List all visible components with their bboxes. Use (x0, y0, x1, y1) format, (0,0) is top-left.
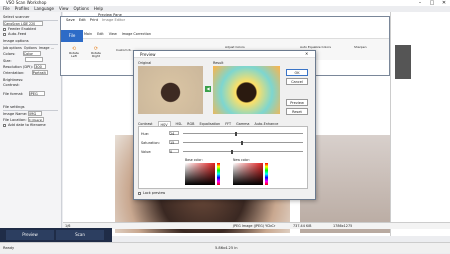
status-text: Ready (3, 246, 15, 250)
preview-scan-button[interactable]: Preview (6, 230, 54, 240)
new-color-picker[interactable] (233, 163, 263, 185)
colors-label: Colors: (3, 52, 16, 56)
file-size: 737.44 KiB (293, 224, 312, 228)
image-format: JPEG Image (JPEG) YCbCr (233, 224, 276, 228)
base-color-label: Base color: (185, 158, 203, 162)
left-panel: Select scanner CanoScan LiDE 220 Feeder … (0, 12, 62, 236)
editor-quick-toolbar: Save Edit Print Image Editor (66, 18, 125, 22)
value-slider[interactable] (183, 149, 303, 154)
tab-auto-enhance[interactable]: Auto-Enhance (255, 121, 279, 126)
result-label: Result (213, 61, 224, 65)
minimize-icon[interactable]: – (414, 0, 426, 6)
image-dimensions: 1786x1275 (333, 224, 353, 228)
tab-image-correction[interactable]: Image Correction (122, 32, 151, 36)
edit-button[interactable]: Edit (79, 18, 86, 22)
tab-gamma[interactable]: Gamma (236, 121, 249, 126)
saturation-slider-handle[interactable] (241, 140, 243, 145)
file-location-label: File Location: (3, 118, 27, 122)
file-tab[interactable]: File (61, 30, 83, 42)
saturation-label: Saturation: (141, 141, 160, 145)
saturation-input[interactable]: 15 (169, 140, 179, 145)
maximize-icon[interactable]: □ (426, 0, 438, 6)
file-format-select[interactable]: JPEG (28, 91, 45, 96)
resolution-label: Resolution (DPI): (3, 65, 33, 69)
reset-button[interactable]: Reset (286, 108, 308, 115)
tab-contrast[interactable]: Contrast (138, 121, 153, 126)
ok-button[interactable]: OK (286, 69, 308, 76)
size-select[interactable] (24, 57, 43, 62)
tab-fft[interactable]: FFT (225, 121, 231, 126)
print-button[interactable]: Print (90, 18, 98, 22)
original-image (138, 66, 203, 114)
editor-ribbon-tabs: Main Edit View Image Correction (84, 32, 151, 36)
cursor-coords: 5.86x4.25 in (215, 246, 238, 250)
hue-slider[interactable] (183, 131, 303, 136)
scan-button[interactable]: Scan (56, 230, 104, 240)
saturation-slider[interactable] (183, 140, 303, 145)
new-color-label: New color: (233, 158, 250, 162)
preview-button[interactable]: Preview (286, 99, 308, 106)
size-label: Size: (3, 59, 12, 63)
tab-job-options[interactable]: Job options (3, 46, 22, 50)
value-label: Value: (141, 150, 152, 154)
options-tabs: Job options Options Image ... (3, 46, 58, 50)
hue-slider-handle[interactable] (235, 131, 237, 136)
image-name-input[interactable]: IMG (28, 111, 43, 116)
cancel-button[interactable]: Cancel (286, 78, 308, 85)
adjust-colors-button[interactable]: Adjust Colors (225, 45, 245, 49)
close-icon[interactable]: ✕ (438, 0, 450, 6)
colors-select[interactable]: Color (22, 51, 41, 56)
base-color-picker[interactable] (185, 163, 215, 185)
dialog-title: Preview (134, 51, 315, 58)
tab-options[interactable]: Options (24, 46, 37, 50)
image-info-bar: 1/6 JPEG Image (JPEG) YCbCr 737.44 KiB 1… (63, 222, 450, 229)
apply-arrow-icon[interactable]: ◀ (205, 86, 211, 92)
rotate-right-button[interactable]: ⟳ Rotate Right (88, 47, 104, 58)
new-hue-bar[interactable] (265, 163, 268, 185)
app-title: VSO Scan Workshop (6, 0, 47, 5)
auto-feed-checkbox[interactable]: Auto-Feed (3, 32, 58, 37)
auto-equalize-button[interactable]: Auto Equalize Colors (300, 45, 331, 49)
tab-view[interactable]: View (109, 32, 117, 36)
orientation-label: Orientation: (3, 71, 25, 75)
tab-image[interactable]: Image ... (39, 46, 54, 50)
hue-input[interactable]: 24 (169, 131, 179, 136)
value-input[interactable]: 0 (169, 149, 179, 154)
thumbnail-image[interactable] (395, 45, 411, 79)
sharpen-button[interactable]: Sharpen (354, 45, 367, 49)
result-image (213, 66, 280, 114)
base-hue-bar[interactable] (217, 163, 220, 185)
tab-hsl[interactable]: HSL (176, 121, 183, 126)
lock-preview-checkbox[interactable]: Lock preview (138, 191, 165, 195)
rotate-left-button[interactable]: ⟲ Rotate Left (66, 47, 82, 58)
custom-rotate-button[interactable]: Custom R... (116, 48, 133, 52)
tab-main[interactable]: Main (84, 32, 92, 36)
file-location-input[interactable]: C:\Users\ (27, 117, 44, 122)
contrast-label: Contrast: (3, 83, 20, 87)
tab-rgb[interactable]: RGB (187, 121, 194, 126)
dialog-close-icon[interactable]: ✕ (305, 51, 308, 56)
original-label: Original (138, 61, 152, 65)
file-format-label: File format: (3, 92, 24, 96)
orientation-select[interactable]: Portrait (31, 70, 48, 75)
tab-hsv[interactable]: HSV (157, 121, 171, 127)
editor-title: Image Editor (102, 18, 126, 22)
add-date-checkbox[interactable]: Add date to filename (3, 123, 58, 128)
value-slider-handle[interactable] (231, 149, 233, 154)
hue-label: Hue: (141, 132, 149, 136)
save-button[interactable]: Save (66, 18, 75, 22)
image-options-heading: Image options (3, 39, 58, 45)
resolution-select[interactable]: 300 (34, 64, 47, 69)
status-bar: Ready 5.86x4.25 in (0, 242, 450, 253)
image-name-label: Image Name: (3, 112, 28, 116)
tab-edit[interactable]: Edit (97, 32, 104, 36)
tab-equalisation[interactable]: Equalisation (199, 121, 220, 126)
